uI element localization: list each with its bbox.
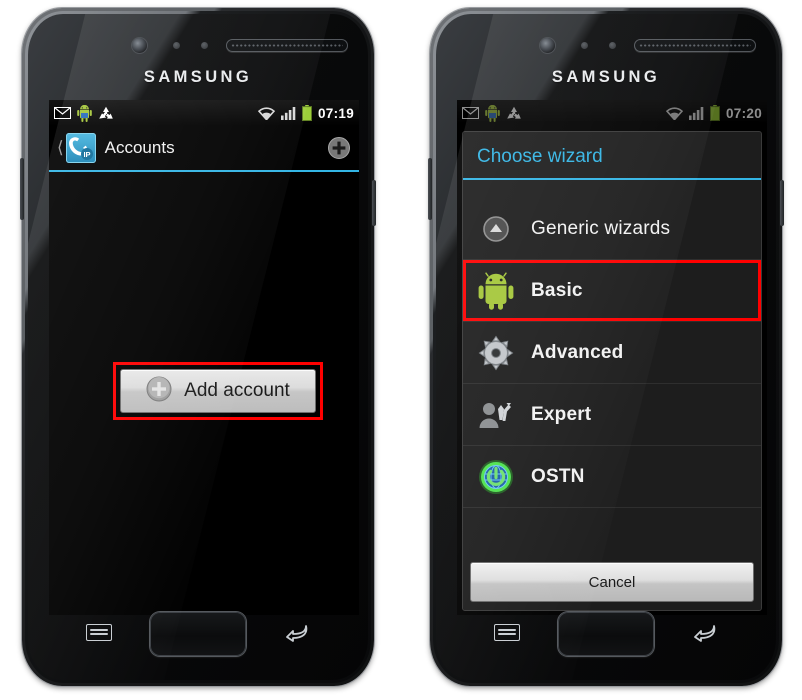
accounts-empty-list: Add account — [49, 172, 359, 615]
android-robot-icon — [477, 271, 515, 310]
wifi-icon — [257, 106, 275, 120]
bottom-hardware-left — [28, 608, 368, 662]
dialog-title: Choose wizard — [477, 146, 603, 167]
csipsimple-ip-phone-icon[interactable]: IP — [65, 133, 96, 163]
list-item-ostn[interactable]: OSTN — [463, 446, 761, 508]
screenshot-canvas: SAMSUNG 07:19 ⟨ IP Accounts Add account … — [0, 0, 802, 700]
power-button-left[interactable] — [372, 180, 376, 226]
back-key[interactable] — [282, 621, 312, 645]
page-title: Accounts — [104, 138, 175, 157]
front-camera-icon — [132, 38, 147, 53]
list-item-expert[interactable]: Expert — [463, 384, 761, 446]
list-item-label: Basic — [531, 279, 583, 301]
gear-icon — [477, 334, 515, 372]
add-account-button-label: Add account — [184, 380, 290, 401]
list-item-partial-top[interactable]: NEVERI — [463, 180, 761, 198]
cancel-button[interactable]: Cancel — [470, 562, 754, 602]
wizard-list[interactable]: NEVERI Generic wizards — [463, 180, 761, 556]
plus-circle-icon — [146, 376, 172, 407]
screen-right[interactable]: 07:20 Choose wizard NEVERI — [457, 100, 767, 615]
menu-key[interactable] — [86, 624, 112, 642]
top-hardware-right — [436, 36, 776, 66]
action-bar: ⟨ IP Accounts — [49, 126, 359, 170]
home-key[interactable] — [150, 612, 246, 656]
menu-key[interactable] — [494, 624, 520, 642]
android-robot-icon — [77, 104, 92, 122]
add-account-action-icon[interactable] — [327, 136, 351, 160]
svg-text:IP: IP — [83, 150, 90, 159]
screen-left[interactable]: 07:19 ⟨ IP Accounts Add account — [49, 100, 359, 615]
recycle-icon — [98, 106, 114, 121]
back-key[interactable] — [690, 621, 720, 645]
mail-icon — [54, 107, 71, 119]
volume-button-left[interactable] — [20, 158, 24, 220]
home-key[interactable] — [558, 612, 654, 656]
list-item-basic[interactable]: Basic — [463, 260, 761, 322]
list-item-label: Expert — [531, 403, 592, 425]
ostn-power-globe-icon — [477, 458, 515, 496]
proximity-sensor-icon — [581, 42, 588, 49]
phone-left: SAMSUNG 07:19 ⟨ IP Accounts Add account — [20, 8, 376, 686]
add-account-highlight-box: Add account — [113, 362, 323, 420]
front-camera-icon — [540, 38, 555, 53]
status-bar-left: 07:19 — [49, 100, 359, 126]
dialog-footer: Cancel — [463, 556, 761, 610]
list-item-generic-wizards[interactable]: Generic wizards — [463, 198, 761, 260]
add-account-button[interactable]: Add account — [120, 369, 316, 413]
phone-right: SAMSUNG 07:20 Choose wizard Generic wiza… — [428, 8, 784, 686]
bottom-hardware-right — [436, 608, 776, 662]
proximity-sensor-icon — [173, 42, 180, 49]
power-button-right[interactable] — [780, 180, 784, 226]
light-sensor-icon — [609, 42, 616, 49]
list-item-advanced[interactable]: Advanced — [463, 322, 761, 384]
samsung-brand-label: SAMSUNG — [551, 68, 661, 86]
list-item-label: Generic wizards — [531, 217, 671, 239]
signal-icon — [280, 106, 296, 120]
earpiece-speaker — [226, 39, 348, 52]
list-item-label: Advanced — [531, 341, 624, 363]
top-hardware-left — [28, 36, 368, 66]
list-item-label: OSTN — [531, 465, 585, 487]
collapse-arrow-up-icon — [477, 210, 515, 248]
choose-wizard-dialog: Choose wizard NEVERI — [462, 131, 762, 611]
chevron-left-icon[interactable]: ⟨ — [57, 138, 64, 158]
battery-icon — [301, 105, 312, 121]
status-time: 07:19 — [317, 105, 354, 121]
person-tools-icon — [477, 396, 515, 434]
samsung-brand-label: SAMSUNG — [143, 68, 253, 86]
light-sensor-icon — [201, 42, 208, 49]
volume-button-right[interactable] — [428, 158, 432, 220]
earpiece-speaker — [634, 39, 756, 52]
